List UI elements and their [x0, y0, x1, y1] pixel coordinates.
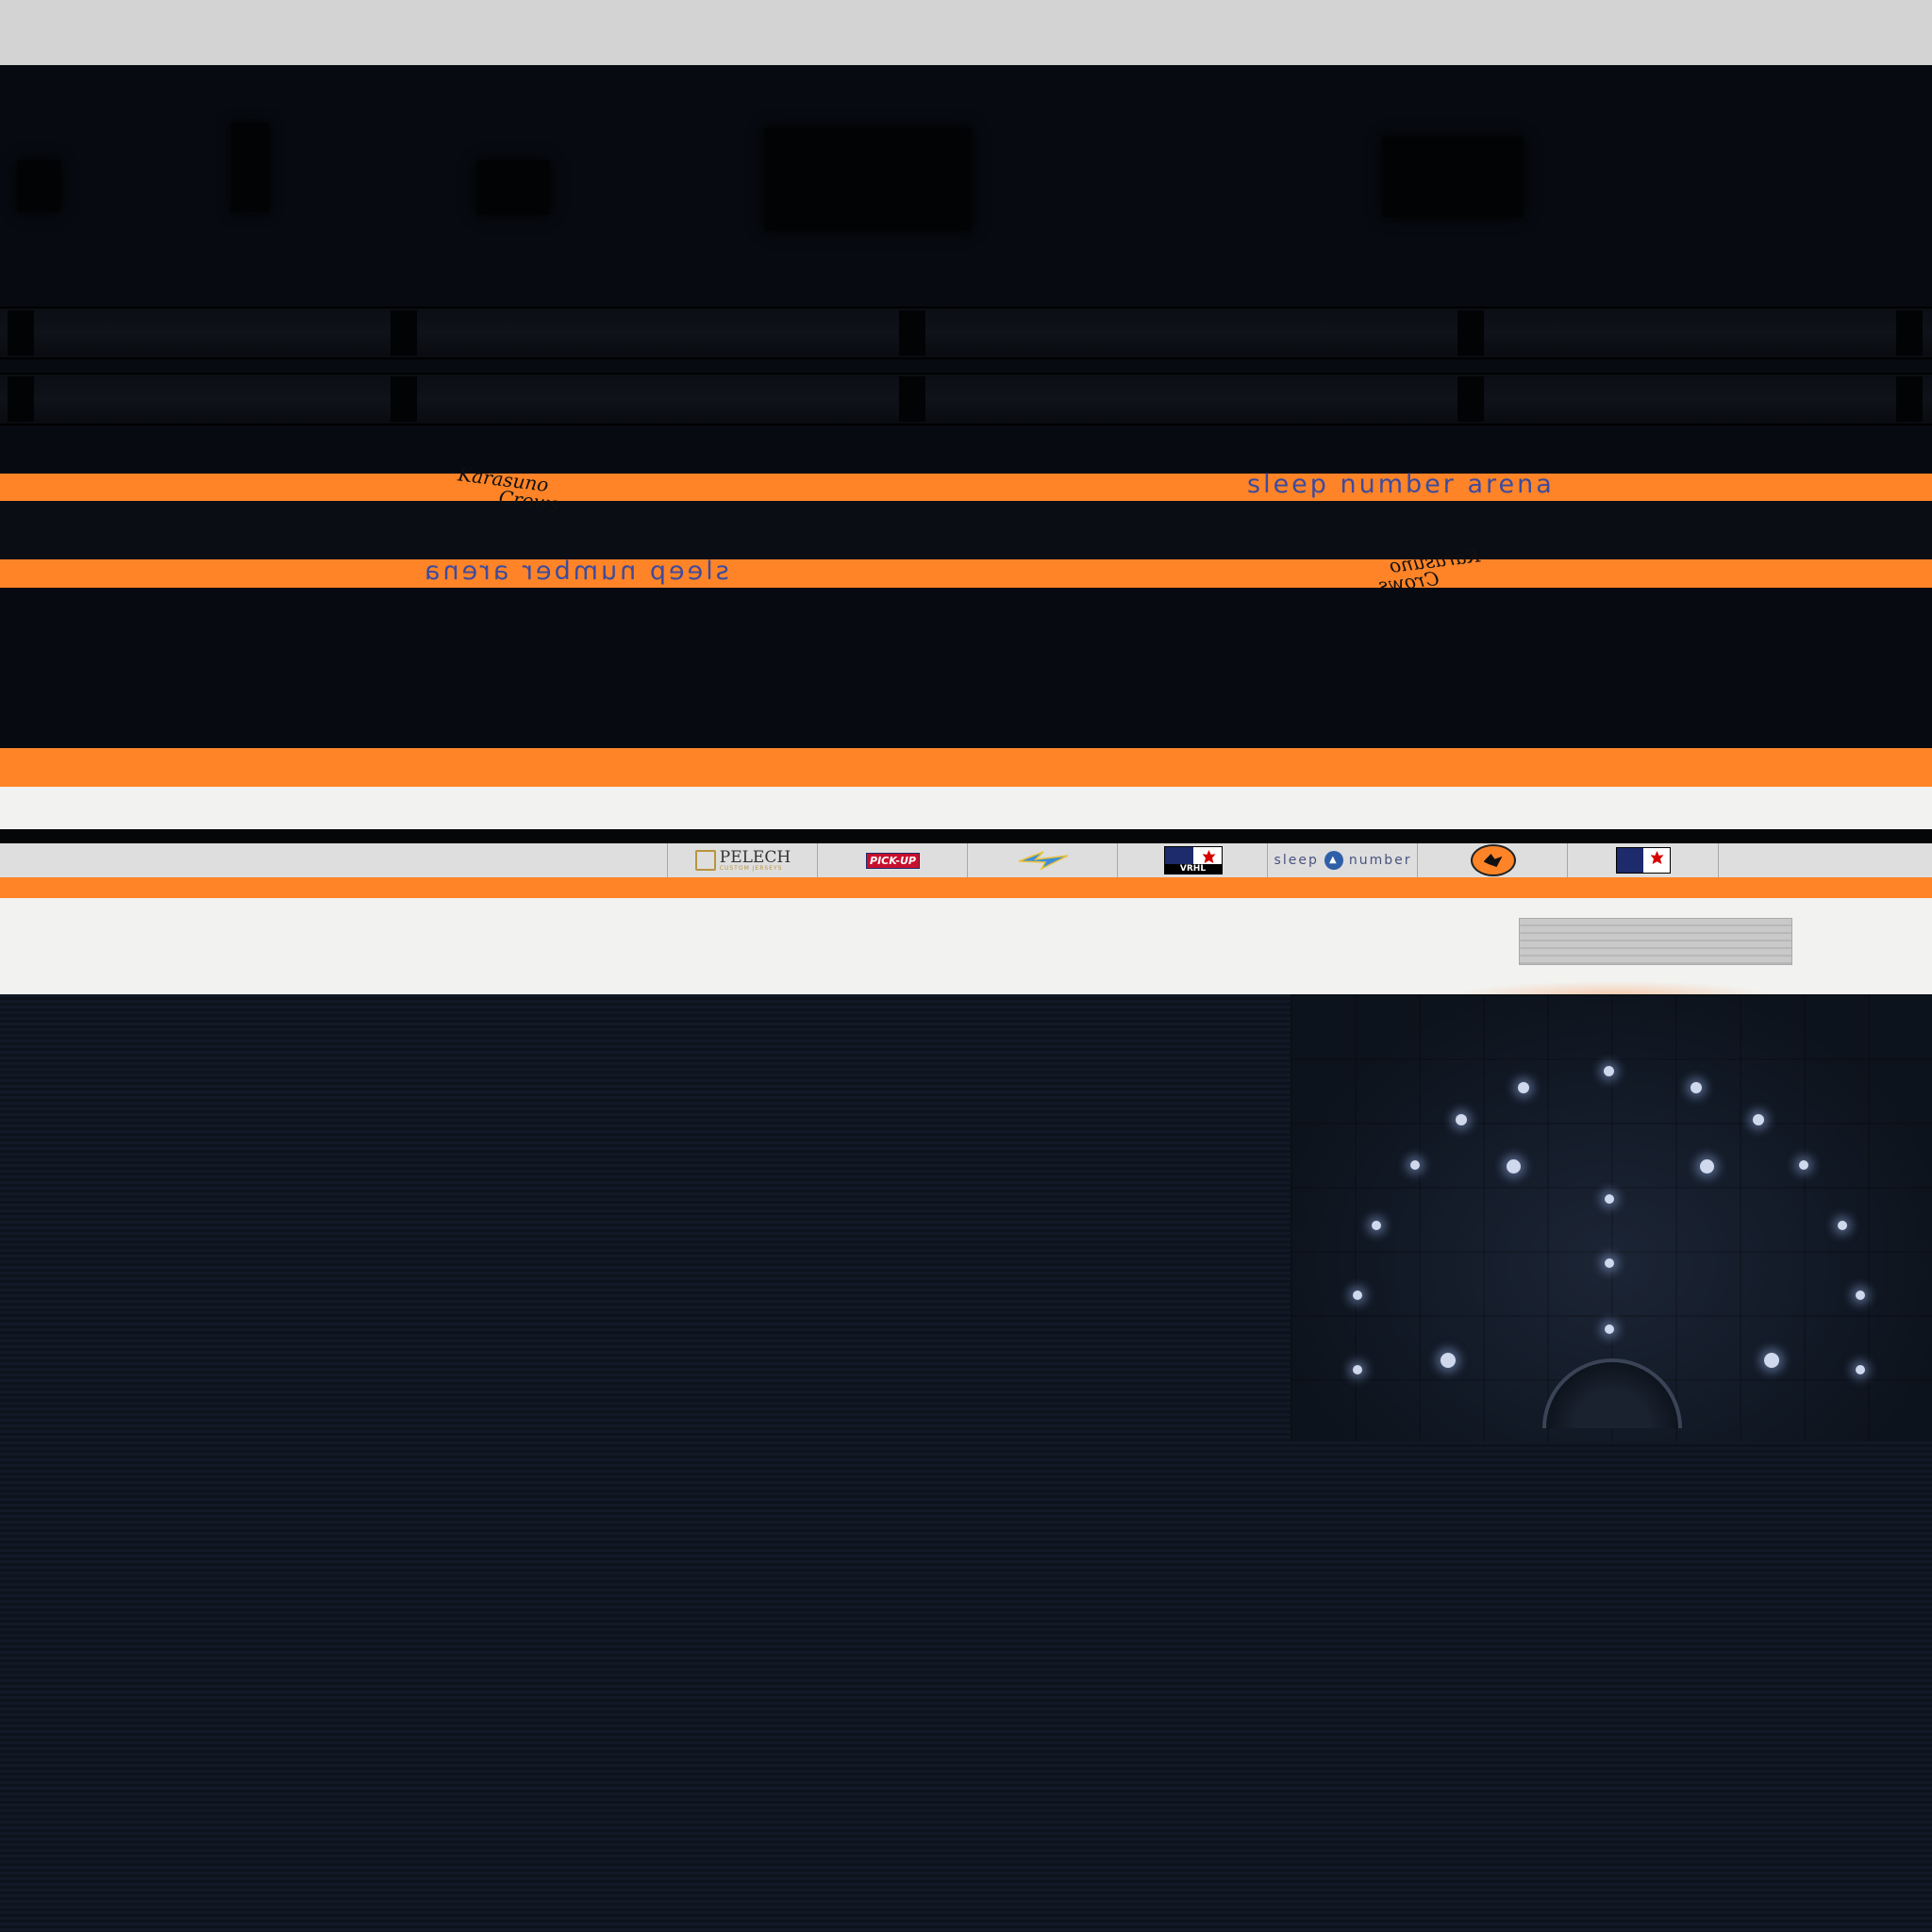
rail-post: [1457, 376, 1484, 422]
ceiling-light: [1353, 1291, 1362, 1300]
sponsor-vrhl: VRHL: [1117, 843, 1268, 877]
ceiling-light: [1753, 1114, 1764, 1125]
sponsor-board: PELECH CUSTOM JERSEYS PICK-UP VRHL sleep…: [0, 843, 1932, 877]
ceiling-light: [1604, 1066, 1614, 1076]
pelech-subtitle: CUSTOM JERSEYS: [719, 864, 783, 872]
sponsor-vrhl-2: [1567, 843, 1719, 877]
orange-thick-band: [0, 748, 1932, 787]
rail-post: [1896, 310, 1923, 356]
sponsor-pickup: PICK-UP: [817, 843, 968, 877]
dark-block: [764, 127, 972, 231]
crow-logo-icon: [1470, 844, 1516, 876]
sleep-number-dial-icon: ▲: [1324, 851, 1343, 870]
rail-post: [1457, 310, 1484, 356]
dasher-rail-upper: [0, 307, 1932, 359]
sponsor-pelech: PELECH CUSTOM JERSEYS: [667, 843, 818, 877]
rail-post: [1896, 376, 1923, 422]
ceiling-light: [1507, 1159, 1521, 1174]
pelech-title: PELECH: [719, 847, 791, 867]
ceiling-light: [1441, 1353, 1456, 1368]
ceiling-light: [1372, 1221, 1381, 1230]
black-kick-line: [0, 829, 1932, 843]
pelech-logo-icon: [694, 850, 716, 871]
maple-leaf-icon: [1202, 850, 1216, 863]
ceiling-light: [1856, 1365, 1865, 1374]
wings-logo-icon: [1018, 851, 1068, 871]
rail-post: [391, 310, 417, 356]
arena-name-text-mirrored: sleep number arena: [422, 557, 729, 586]
ceiling-light: [1799, 1160, 1808, 1170]
sleep-number-right: number: [1348, 853, 1412, 868]
maple-leaf-icon: [1650, 851, 1664, 864]
dasher-rail-lower: [0, 373, 1932, 425]
orange-stripe-1: [0, 474, 1932, 501]
ceiling-light: [1838, 1221, 1847, 1230]
arena-name-text: sleep number arena: [1247, 470, 1555, 499]
dark-block: [476, 160, 550, 215]
dark-block: [231, 123, 269, 212]
ceiling-light: [1605, 1258, 1614, 1268]
crow-silhouette-icon: [1483, 854, 1503, 867]
dark-block: [17, 160, 60, 211]
ceiling-light: [1764, 1353, 1779, 1368]
ceiling-light: [1353, 1365, 1362, 1374]
board-white-strip: [0, 787, 1932, 829]
sponsor-wings: [967, 843, 1118, 877]
rail-post: [899, 376, 925, 422]
vrhl-label: VRHL: [1164, 864, 1222, 874]
grey-panel: [1519, 918, 1792, 965]
rail-post: [8, 310, 34, 356]
ceiling-light: [1456, 1114, 1467, 1125]
sponsor-crows: [1417, 843, 1568, 877]
ceiling-light: [1605, 1194, 1614, 1204]
dark-block: [1382, 137, 1524, 217]
rail-post: [8, 376, 34, 422]
orange-thin-band: [0, 877, 1932, 898]
dark-mid-area: [0, 588, 1932, 748]
ceiling-light: [1700, 1159, 1714, 1174]
vrhl-flag-icon-2: [1615, 847, 1671, 874]
orange-stripe-2: [0, 559, 1932, 588]
vrhl-flag-icon: VRHL: [1163, 846, 1223, 874]
pickup-logo: PICK-UP: [866, 852, 920, 869]
top-strip: [0, 0, 1932, 65]
ceiling-light: [1410, 1160, 1420, 1170]
ceiling-light: [1690, 1082, 1702, 1093]
rail-post: [899, 310, 925, 356]
ceiling-light: [1856, 1291, 1865, 1300]
team-script-logo: Karasuno Crows: [455, 462, 562, 515]
ceiling-light: [1605, 1324, 1614, 1334]
ceiling-light: [1518, 1082, 1529, 1093]
sleep-number-left: sleep: [1274, 853, 1319, 868]
rail-post: [391, 376, 417, 422]
sponsor-sleep-number: sleep ▲ number: [1267, 843, 1418, 877]
